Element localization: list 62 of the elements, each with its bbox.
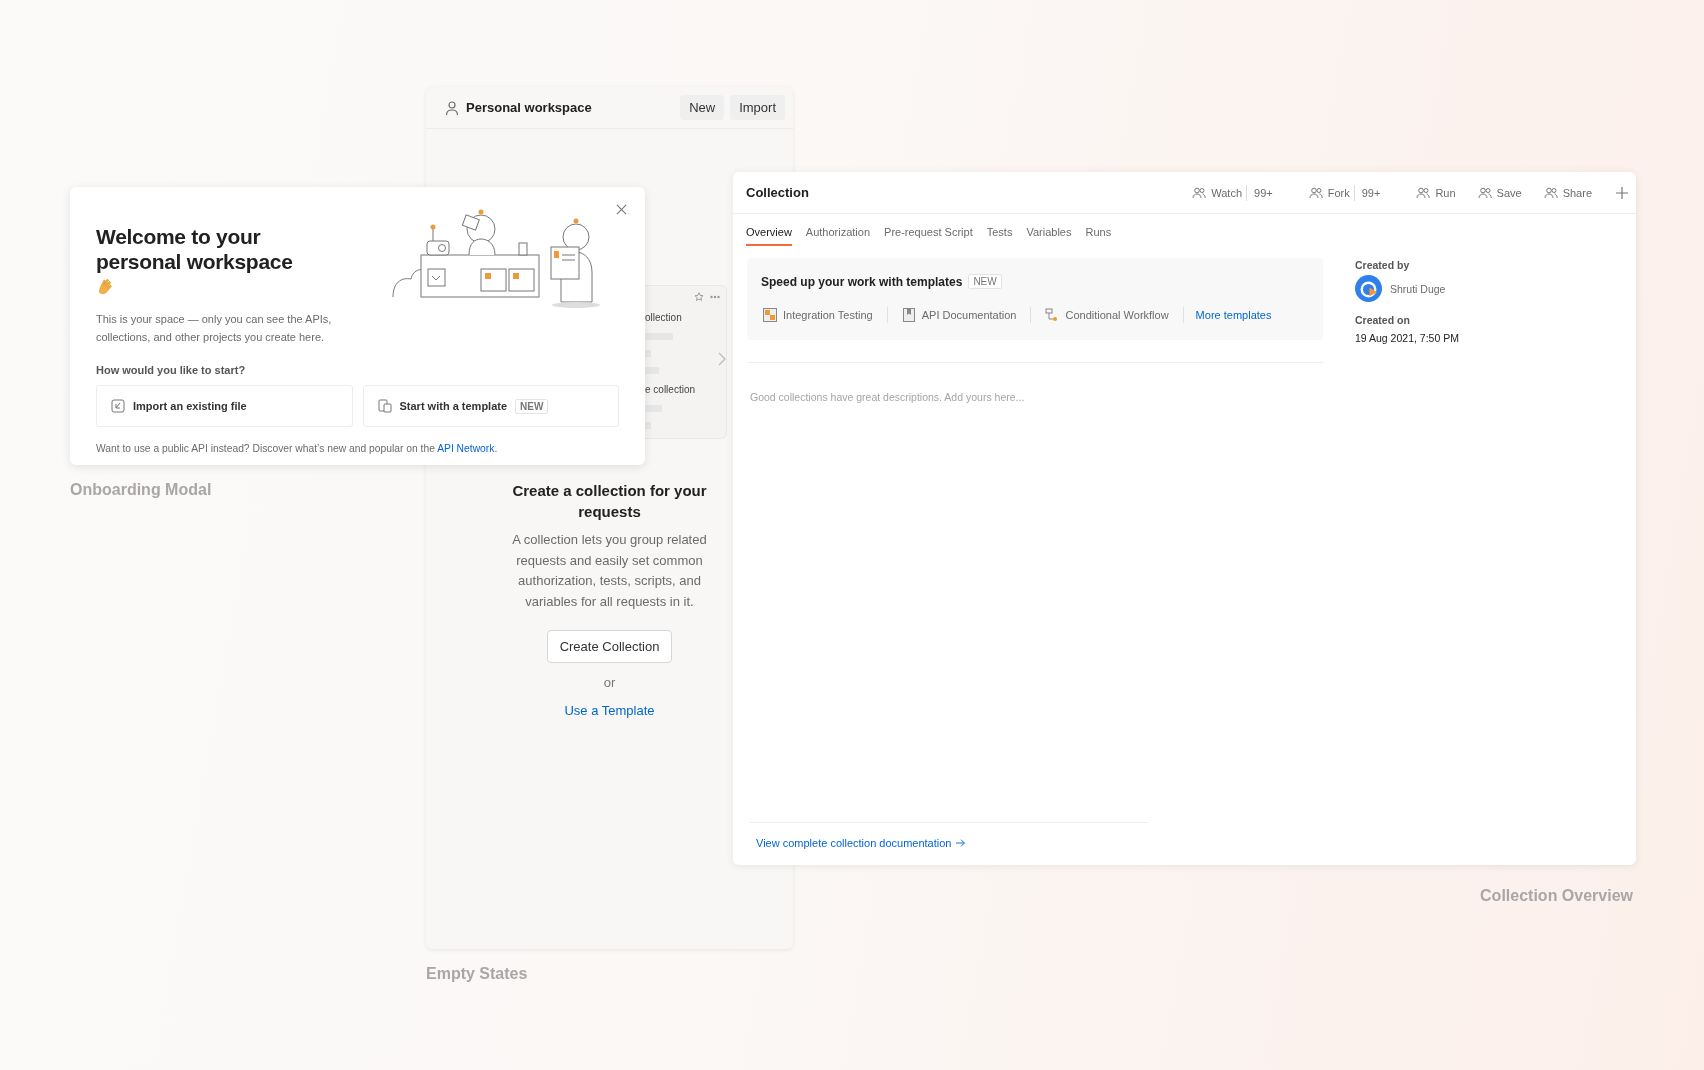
modal-footer-text: Want to use a public API instead? Discover what’s new and popular on the API Network.: [96, 443, 499, 454]
preview-text: ollection: [645, 312, 683, 323]
meta-label: Created by: [1355, 259, 1410, 271]
star-icon: [694, 292, 704, 302]
section-caption: Onboarding Modal: [70, 481, 212, 499]
author-name: Shruti Duge: [1390, 282, 1446, 295]
more-templates-link[interactable]: More templates: [1195, 309, 1272, 321]
chevron-right-icon[interactable]: [718, 352, 726, 366]
arrow-right-icon: [956, 838, 967, 848]
user-icon: [444, 99, 460, 116]
template-link[interactable]: Integration Testing: [761, 304, 875, 326]
flow-icon: [1045, 308, 1060, 322]
modal-description: This is your space — only you can see the APIs, collections, and other projects you create here.: [96, 312, 333, 345]
tab[interactable]: Variables: [1026, 222, 1072, 246]
workspace-button[interactable]: New: [680, 95, 725, 120]
action-count: 99+: [1246, 184, 1291, 201]
section-label: How would you like to start?: [96, 364, 247, 376]
banner-title: Speed up your work with templates: [761, 274, 963, 289]
action-button[interactable]: Watch: [1188, 181, 1247, 204]
workspace-title: Personal workspace: [466, 100, 592, 115]
plus-icon[interactable]: [1616, 186, 1628, 199]
modal-title: Welcome to your personal workspace: [96, 225, 293, 273]
start-option[interactable]: Import an existing file: [96, 385, 353, 427]
action-button[interactable]: Fork: [1304, 181, 1354, 204]
new-badge: NEW: [968, 274, 1002, 289]
people-icon: [1308, 185, 1323, 200]
empty-state-heading: Create a collection for your requests: [511, 481, 708, 522]
people-icon: [1477, 185, 1492, 200]
separator-text: or: [603, 674, 616, 690]
action-count: 99+: [1353, 184, 1399, 201]
create-collection-button[interactable]: Create Collection: [546, 629, 673, 663]
import-icon: [111, 399, 125, 413]
template-link[interactable]: API Documentation: [899, 304, 1019, 326]
workspace-button[interactable]: Import: [730, 95, 785, 120]
avatar-icon: [1355, 275, 1382, 302]
tab[interactable]: Overview: [746, 222, 792, 246]
collection-title: Collection: [746, 185, 809, 200]
new-badge: NEW: [515, 398, 549, 414]
documentation-link[interactable]: View complete collection documentation: [756, 837, 967, 849]
section-caption: Empty States: [426, 965, 528, 983]
tab[interactable]: Authorization: [805, 222, 871, 246]
close-icon[interactable]: [616, 204, 627, 215]
people-icon: [1543, 185, 1558, 200]
people-icon: [1416, 185, 1431, 200]
start-option[interactable]: Start with a template NEW: [362, 385, 619, 427]
meta-label: Created on: [1355, 314, 1410, 326]
action-button[interactable]: Share: [1539, 181, 1596, 204]
tab[interactable]: Runs: [1085, 222, 1112, 246]
template-link[interactable]: Conditional Workflow: [1043, 304, 1171, 326]
action-button[interactable]: Run: [1412, 181, 1460, 204]
tab[interactable]: Pre-request Script: [884, 222, 973, 246]
people-icon: [1192, 185, 1207, 200]
document-icon: [901, 308, 916, 322]
use-template-link[interactable]: Use a Template: [564, 702, 655, 718]
empty-state-description: A collection lets you group related requests and easily set common authorization, tests, scripts, and variables for all requests in it.: [511, 531, 708, 612]
template-icon: [377, 399, 392, 413]
template-icon: [763, 308, 777, 322]
section-caption: Collection Overview: [1480, 887, 1633, 905]
preview-text: e collection: [645, 384, 697, 395]
tab[interactable]: Tests: [986, 222, 1013, 246]
created-date: 19 Aug 2021, 7:50 PM: [1355, 332, 1459, 344]
action-button[interactable]: Save: [1473, 181, 1526, 204]
